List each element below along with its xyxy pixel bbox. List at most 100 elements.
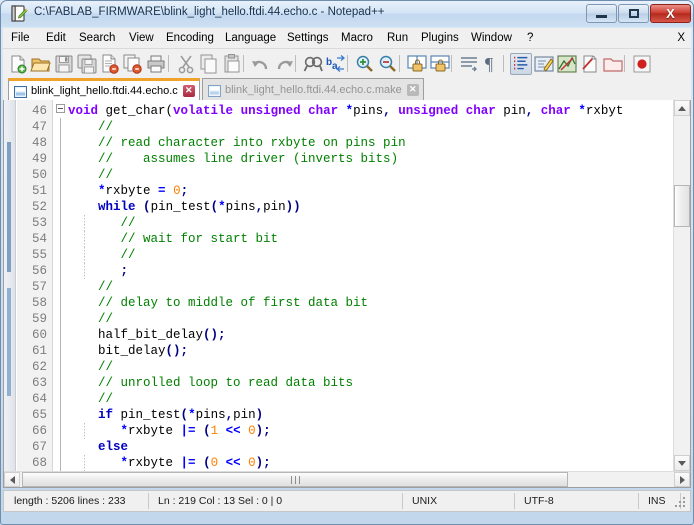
close-all-files-icon[interactable] xyxy=(122,53,144,75)
redo-icon[interactable] xyxy=(273,53,295,75)
menu-item-search[interactable]: Search xyxy=(75,31,119,46)
status-eol-format[interactable]: UNIX xyxy=(406,491,437,511)
menu-item-run[interactable]: Run xyxy=(383,31,412,46)
paste-icon[interactable] xyxy=(221,53,243,75)
menu-item-edit[interactable]: Edit xyxy=(42,31,70,46)
save-all-icon[interactable] xyxy=(76,53,98,75)
code-line: *rxbyte |= (0 << 0); xyxy=(68,455,673,471)
print-icon[interactable] xyxy=(145,53,167,75)
notepadpp-window: C:\FABLAB_FIRMWARE\blink_light_hello.ftd… xyxy=(0,0,694,525)
undo-icon[interactable] xyxy=(250,53,272,75)
line-number: 55 xyxy=(31,248,47,262)
status-bar: length : 5206 lines : 233 Ln : 219 Col :… xyxy=(3,490,691,512)
line-number-margin: 46 47 48 49 50 51 52 53 54 55 56 57 58 5… xyxy=(17,100,53,471)
menu-item-help[interactable]: ? xyxy=(523,31,537,46)
code-line: // delay to middle of first data bit xyxy=(98,296,369,310)
status-encoding[interactable]: UTF-8 xyxy=(518,491,554,511)
tab-echo-c-make[interactable]: blink_light_hello.ftdi.44.echo.c.make ✕ xyxy=(202,78,424,100)
replace-icon[interactable]: b a xyxy=(325,53,347,75)
find-icon[interactable] xyxy=(302,53,324,75)
show-all-characters-icon[interactable]: ¶ xyxy=(481,53,503,75)
horizontal-scrollbar-thumb[interactable] xyxy=(22,472,568,487)
code-line: // xyxy=(98,280,114,294)
toolbar-separator xyxy=(243,55,244,72)
document-position-marker xyxy=(7,288,11,396)
line-number: 50 xyxy=(31,168,47,182)
menu-item-view[interactable]: View xyxy=(125,31,158,46)
menu-item-macro[interactable]: Macro xyxy=(337,31,377,46)
folder-as-workspace-icon[interactable] xyxy=(602,53,624,75)
tab-close-icon[interactable]: ✕ xyxy=(406,83,419,96)
file-icon xyxy=(14,85,27,98)
line-number: 59 xyxy=(31,312,47,326)
new-file-icon[interactable] xyxy=(7,53,29,75)
zoom-out-icon[interactable] xyxy=(377,53,399,75)
scroll-up-button[interactable] xyxy=(674,100,690,116)
close-button[interactable]: X xyxy=(650,4,691,23)
close-document-button[interactable]: X xyxy=(677,31,685,46)
scroll-left-button[interactable] xyxy=(4,472,20,487)
menu-item-plugins[interactable]: Plugins xyxy=(417,31,463,46)
save-icon[interactable] xyxy=(53,53,75,75)
status-insert-mode[interactable]: INS xyxy=(642,491,666,511)
toolbar-separator xyxy=(168,55,169,72)
minimize-button[interactable] xyxy=(586,4,617,23)
status-caret-position: Ln : 219 Col : 13 Sel : 0 | 0 xyxy=(158,495,283,507)
scroll-down-button[interactable] xyxy=(674,455,690,471)
word-wrap-icon[interactable] xyxy=(458,53,480,75)
sync-horizontal-scroll-icon[interactable] xyxy=(429,53,451,75)
line-number: 57 xyxy=(31,280,47,294)
toolbar-separator xyxy=(295,55,296,72)
code-line: // xyxy=(98,392,114,406)
fold-collapse-icon[interactable] xyxy=(56,104,65,113)
close-icon: X xyxy=(666,6,675,21)
vertical-scrollbar-thumb[interactable] xyxy=(674,185,690,227)
function-list-icon[interactable] xyxy=(579,53,601,75)
toolbar-separator xyxy=(451,55,452,72)
cut-icon[interactable] xyxy=(175,53,197,75)
maximize-button[interactable] xyxy=(618,4,649,23)
code-line: // xyxy=(68,215,673,231)
open-file-icon[interactable] xyxy=(30,53,52,75)
fold-margin[interactable] xyxy=(54,100,68,471)
bookmark-margin[interactable] xyxy=(4,100,16,471)
tab-close-icon[interactable]: ✕ xyxy=(182,84,195,97)
line-number: 46 xyxy=(31,104,47,118)
show-indent-guide-icon[interactable] xyxy=(510,53,532,75)
vertical-scrollbar[interactable] xyxy=(673,100,690,471)
scroll-right-button[interactable] xyxy=(674,472,690,487)
zoom-in-icon[interactable] xyxy=(354,53,376,75)
toolbar: b a ¶ xyxy=(3,49,691,78)
user-defined-language-icon[interactable] xyxy=(533,53,555,75)
toolbar-separator xyxy=(347,55,348,72)
line-number: 67 xyxy=(31,440,47,454)
sync-vertical-scroll-icon[interactable] xyxy=(406,53,428,75)
chevron-down-icon xyxy=(678,460,686,466)
horizontal-scrollbar[interactable] xyxy=(4,471,690,487)
copy-icon[interactable] xyxy=(198,53,220,75)
fold-line xyxy=(60,118,61,471)
document-map-icon[interactable] xyxy=(556,53,578,75)
menu-item-file[interactable]: File xyxy=(7,31,34,46)
code-line: // xyxy=(68,247,673,263)
window-title: C:\FABLAB_FIRMWARE\blink_light_hello.ftd… xyxy=(34,6,385,18)
menu-item-language[interactable]: Language xyxy=(221,31,280,46)
code-text[interactable]: void get_char(volatile unsigned char *pi… xyxy=(68,100,673,471)
notepad-plus-plus-icon xyxy=(10,5,28,23)
menu-item-encoding[interactable]: Encoding xyxy=(162,31,218,46)
resize-grip-icon[interactable] xyxy=(675,497,687,509)
title-bar: C:\FABLAB_FIRMWARE\blink_light_hello.ftd… xyxy=(1,1,693,27)
menu-item-settings[interactable]: Settings xyxy=(283,31,333,46)
editor-area[interactable]: 46 47 48 49 50 51 52 53 54 55 56 57 58 5… xyxy=(3,100,691,488)
file-icon xyxy=(208,84,221,97)
close-file-icon[interactable] xyxy=(99,53,121,75)
tab-echo-c[interactable]: blink_light_hello.ftdi.44.echo.c ✕ xyxy=(8,78,200,100)
line-number: 63 xyxy=(31,376,47,390)
code-line: // xyxy=(98,360,114,374)
code-line: if pin_test(*pins,pin) xyxy=(98,408,264,422)
code-line: while (pin_test(*pins,pin)) xyxy=(98,200,301,214)
line-number: 49 xyxy=(31,152,47,166)
menu-item-window[interactable]: Window xyxy=(467,31,516,46)
line-number: 56 xyxy=(31,264,47,278)
start-macro-record-icon[interactable] xyxy=(631,53,653,75)
